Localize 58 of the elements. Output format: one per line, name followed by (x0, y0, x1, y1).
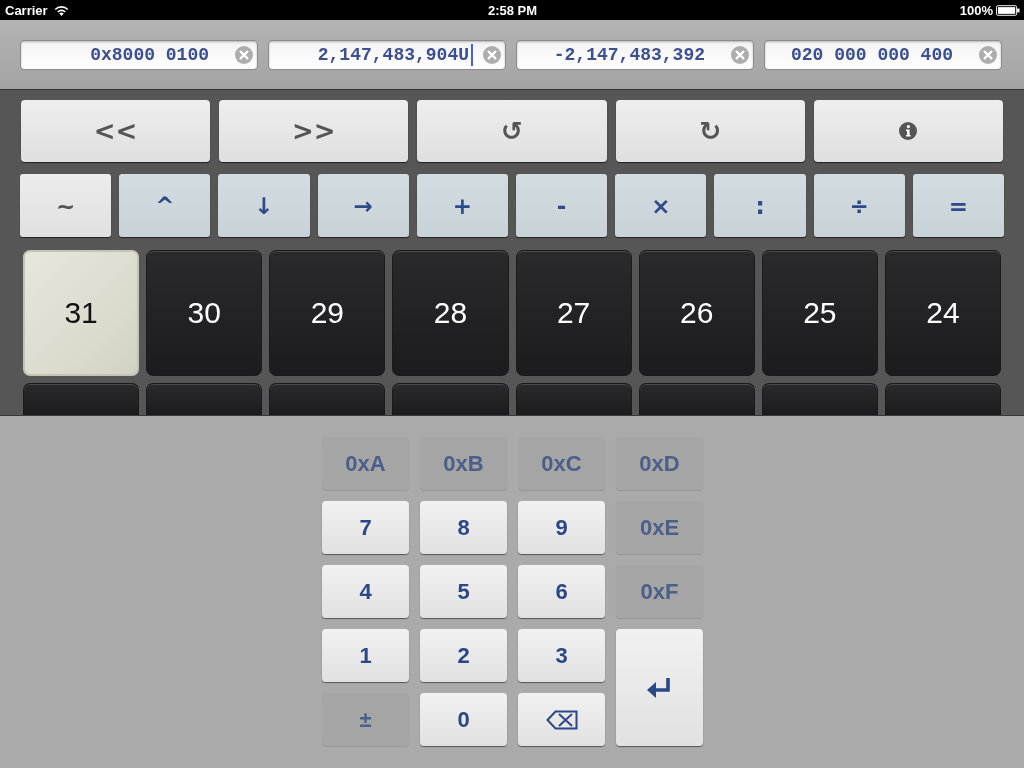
keypad-key[interactable]: 6 (518, 565, 605, 618)
backspace-icon (545, 709, 578, 730)
bit-key[interactable]: 26 (638, 250, 755, 376)
keypad-key[interactable]: 4 (322, 565, 409, 618)
keypad-key[interactable]: 3 (518, 629, 605, 682)
carrier-label: Carrier (5, 2, 48, 18)
number-field[interactable]: 020 000 000 400 (764, 40, 1002, 70)
operator-key[interactable]: = (912, 174, 1004, 237)
function-key[interactable]: ↻ (615, 100, 805, 162)
clear-icon[interactable] (731, 46, 749, 64)
bit-key[interactable]: 28 (392, 250, 509, 376)
function-key[interactable]: >> (219, 100, 409, 162)
operator-key[interactable]: + (416, 174, 508, 237)
info-icon (899, 122, 918, 140)
operator-key[interactable]: - (516, 174, 608, 237)
number-field[interactable]: -2,147,483,392 (516, 40, 754, 70)
number-field[interactable]: 0x8000 0100 (20, 40, 258, 70)
backspace-key[interactable] (518, 693, 605, 746)
operator-key[interactable]: ~ (20, 174, 112, 237)
keypad-key[interactable]: 1 (322, 629, 409, 682)
bit-key[interactable]: 29 (269, 250, 386, 376)
function-key[interactable]: << (21, 100, 211, 162)
bit-key[interactable] (146, 383, 263, 415)
bit-key[interactable]: 25 (761, 250, 878, 376)
clear-icon[interactable] (979, 46, 997, 64)
operator-key[interactable]: × (615, 174, 707, 237)
keypad-key[interactable]: 8 (420, 501, 507, 554)
bit-key[interactable] (392, 383, 509, 415)
clear-icon[interactable] (483, 46, 501, 64)
keypad-key[interactable]: 0 (420, 693, 507, 746)
battery-label: 100% (959, 2, 993, 18)
clear-icon[interactable] (235, 46, 253, 64)
bit-key[interactable] (269, 383, 386, 415)
operator-key[interactable]: ÷ (813, 174, 905, 237)
wifi-icon (53, 4, 69, 16)
bit-key[interactable]: 24 (884, 250, 1001, 376)
bit-key[interactable]: 30 (146, 250, 263, 376)
bit-key[interactable] (638, 383, 755, 415)
operator-key[interactable]: → (317, 174, 409, 237)
clock-label: 2:58 PM (487, 2, 538, 18)
bit-key[interactable]: 31 (23, 250, 140, 376)
operator-key[interactable]: ^ (119, 174, 211, 237)
bit-key[interactable]: 27 (515, 250, 632, 376)
keypad-key[interactable]: 2 (420, 629, 507, 682)
enter-key[interactable] (616, 629, 703, 746)
info-button[interactable] (813, 100, 1003, 162)
battery-icon (996, 4, 1020, 16)
operator-key[interactable]: : (714, 174, 806, 237)
operator-key[interactable]: ↓ (218, 174, 310, 237)
keypad-key[interactable]: 9 (518, 501, 605, 554)
bit-key[interactable] (23, 383, 140, 415)
bit-key[interactable] (884, 383, 1001, 415)
keypad-key[interactable]: 5 (420, 565, 507, 618)
function-key[interactable]: ↺ (417, 100, 607, 162)
bit-key[interactable] (761, 383, 878, 415)
keypad-key[interactable]: 7 (322, 501, 409, 554)
number-field[interactable]: 2,147,483,904U (268, 40, 506, 70)
bit-key[interactable] (515, 383, 632, 415)
